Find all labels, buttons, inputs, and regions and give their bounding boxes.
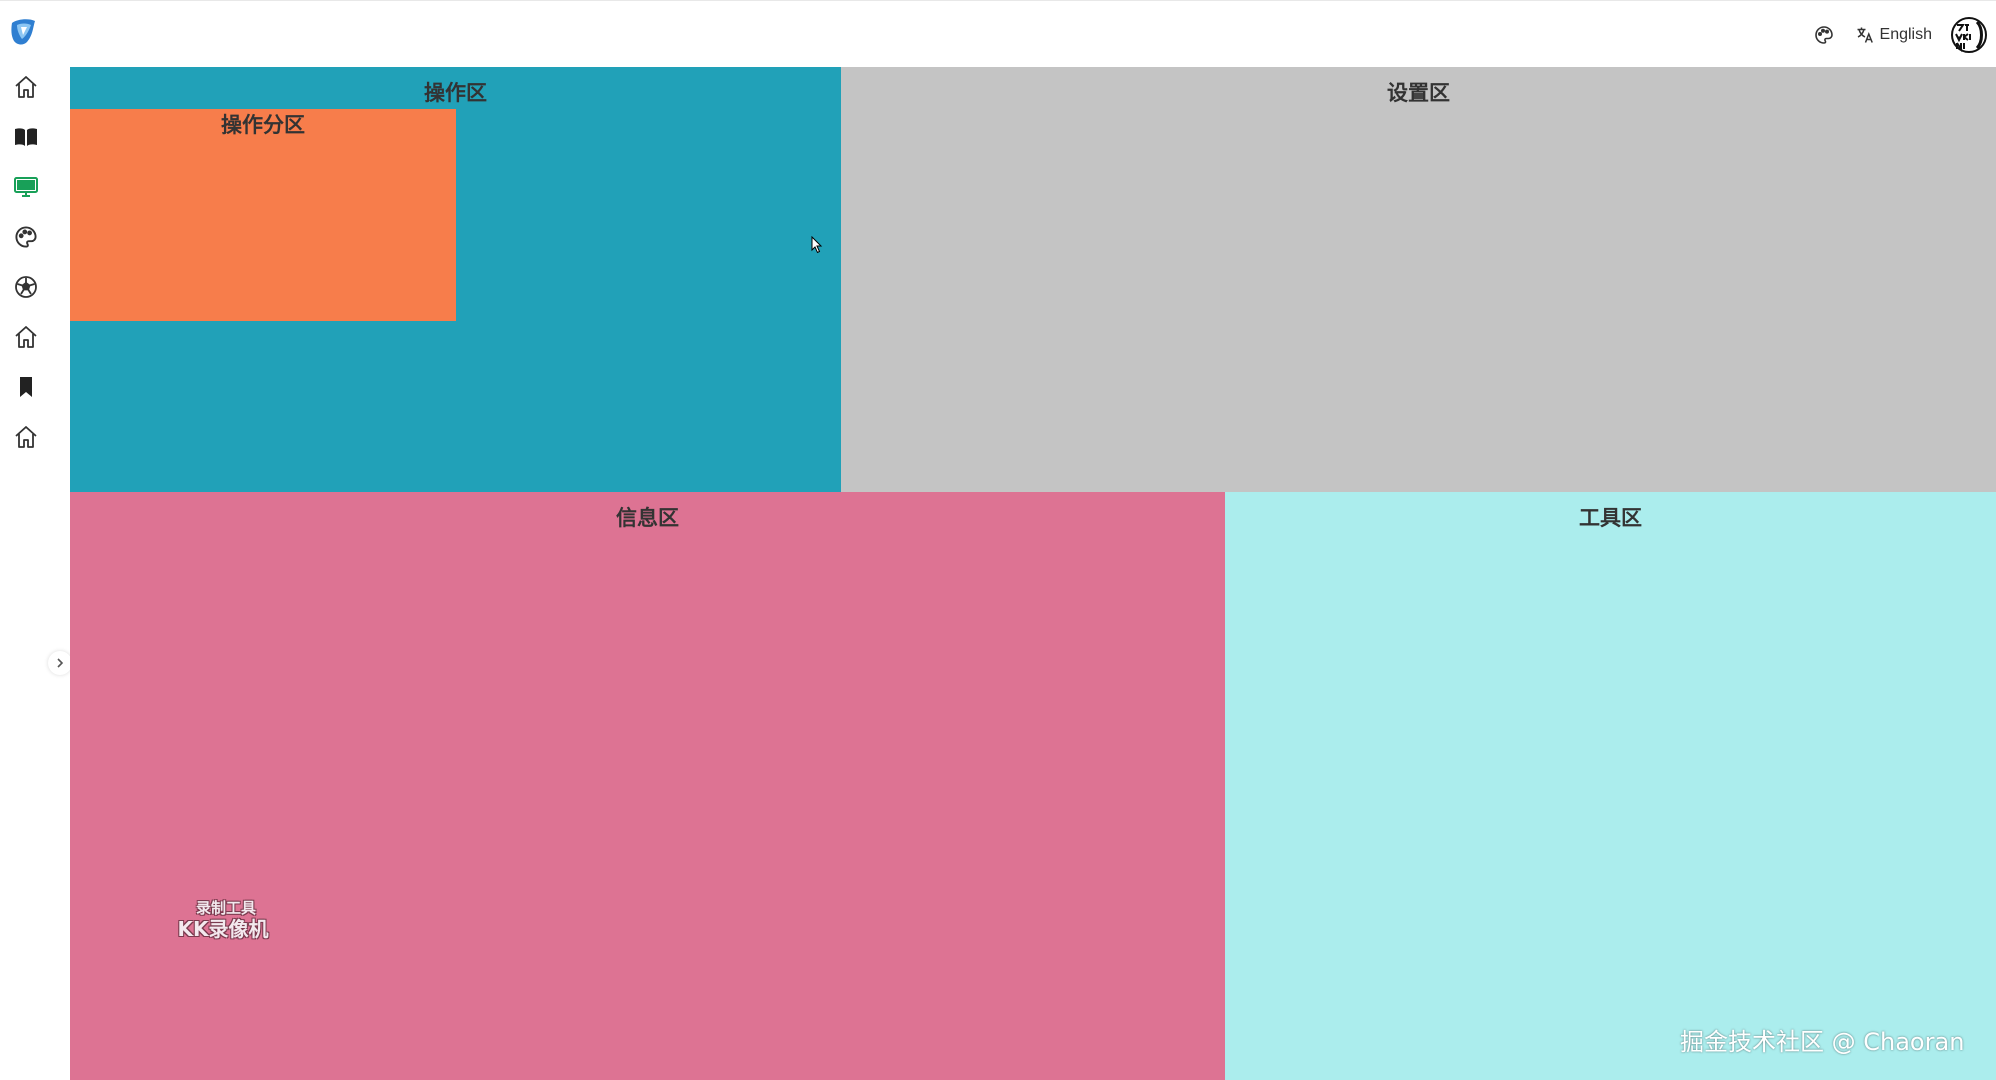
sidebar-item-home[interactable] — [12, 73, 40, 101]
sidebar-item-bookmark[interactable] — [12, 373, 40, 401]
settings-panel: 设置区 — [841, 67, 1996, 492]
sub-operation-panel-title: 操作分区 — [221, 113, 305, 137]
sidebar-collapse-button[interactable] — [48, 651, 72, 675]
chevron-right-icon — [57, 658, 64, 668]
info-panel-title: 信息区 — [616, 506, 679, 530]
top-bar: English — [0, 0, 1996, 67]
soccer-ball-icon — [15, 276, 37, 298]
home-icon — [15, 326, 37, 348]
bookmark-icon — [20, 377, 32, 397]
recorder-watermark: 录制工具 KK录像机 — [166, 899, 286, 941]
settings-panel-title: 设置区 — [1387, 81, 1450, 105]
avatar[interactable] — [1950, 16, 1988, 54]
recorder-line-1: 录制工具 — [195, 899, 256, 917]
tools-panel-title: 工具区 — [1579, 506, 1642, 530]
site-watermark: 掘金技术社区 @ Chaoran — [1680, 1028, 1965, 1056]
operation-panel-title: 操作区 — [424, 81, 487, 105]
language-label: English — [1879, 25, 1932, 43]
sidebar-item-soccer[interactable] — [12, 273, 40, 301]
sidebar-item-monitor[interactable] — [12, 173, 40, 201]
language-switch-button[interactable]: English — [1856, 26, 1932, 44]
sidebar-item-book[interactable] — [12, 123, 40, 151]
translate-icon — [1857, 27, 1873, 43]
sidebar-item-home-3[interactable] — [12, 423, 40, 451]
sub-operation-panel: 操作分区 — [70, 109, 456, 321]
sidebar — [0, 67, 72, 1080]
home-icon — [15, 426, 37, 448]
app-logo-icon[interactable] — [9, 17, 37, 47]
monitor-icon — [14, 177, 38, 197]
book-icon — [15, 128, 37, 146]
home-icon — [15, 76, 37, 98]
info-panel: 信息区 — [70, 492, 1225, 1080]
palette-icon[interactable] — [1812, 23, 1836, 47]
tools-panel: 工具区 — [1225, 492, 1996, 1080]
recorder-line-2: KK录像机 — [177, 917, 269, 941]
mouse-cursor-icon — [811, 236, 823, 254]
sidebar-item-home-2[interactable] — [12, 323, 40, 351]
sidebar-item-palette[interactable] — [12, 223, 40, 251]
palette-icon — [15, 226, 37, 248]
